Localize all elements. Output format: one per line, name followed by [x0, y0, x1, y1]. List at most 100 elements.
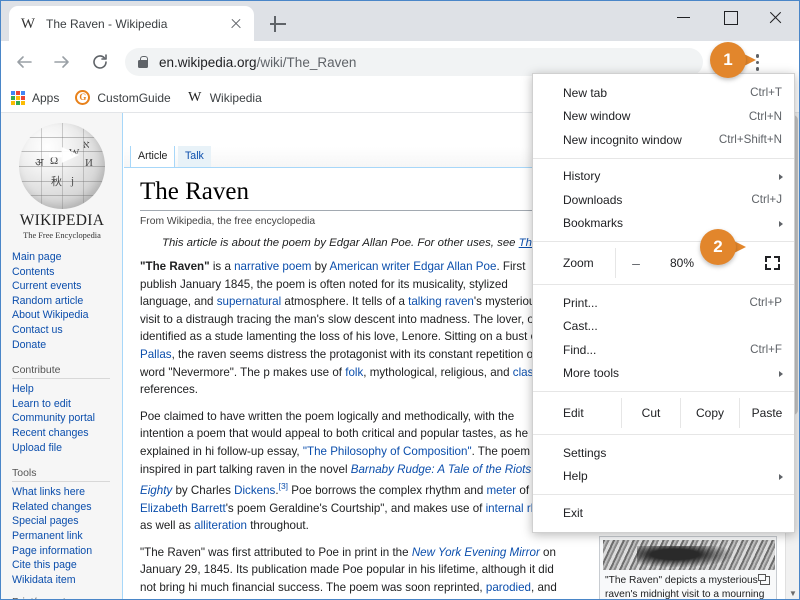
sidebar-item-wikidata-item[interactable]: Wikidata item [12, 573, 122, 588]
menu-item-new-window-accel: Ctrl+N [748, 109, 782, 123]
bookmark-wikipedia[interactable]: W Wikipedia [187, 90, 262, 106]
close-tab-icon[interactable] [228, 16, 244, 32]
sidebar-item-learn-to-edit[interactable]: Learn to edit [12, 397, 122, 412]
sidebar-nav-main: Main page Contents Current events Random… [1, 250, 122, 352]
menu-item-exit-label: Exit [563, 505, 584, 520]
maximize-icon[interactable] [707, 1, 753, 33]
menu-item-help[interactable]: Help [533, 465, 794, 489]
menu-item-exit[interactable]: Exit [533, 501, 794, 525]
sidebar-item-contents[interactable]: Contents [12, 265, 122, 280]
menu-item-bookmarks[interactable]: Bookmarks [533, 212, 794, 236]
p1-t1: is a [209, 260, 235, 273]
sidebar-item-permanent-link[interactable]: Permanent link [12, 529, 122, 544]
sidebar-item-what-links-here[interactable]: What links here [12, 485, 122, 500]
menu-item-new-tab-label: New tab [563, 85, 608, 100]
sidebar-item-special-pages[interactable]: Special pages [12, 514, 122, 529]
chevron-right-icon [779, 173, 783, 180]
link-supernatural[interactable]: supernatural [217, 295, 281, 308]
apps-grid-icon [11, 90, 25, 105]
menu-item-settings[interactable]: Settings [533, 441, 794, 465]
sidebar-item-random-article[interactable]: Random article [12, 294, 122, 309]
minimize-icon[interactable] [661, 1, 707, 33]
sidebar-item-cite-this-page[interactable]: Cite this page [12, 558, 122, 573]
callout-1-number: 1 [710, 42, 746, 78]
menu-separator-1 [533, 157, 794, 159]
menu-item-cast[interactable]: Cast... [533, 315, 794, 339]
bookmark-customguide-label: CustomGuide [97, 90, 171, 105]
menu-item-downloads-label: Downloads [563, 192, 623, 207]
sidebar-item-recent-changes[interactable]: Recent changes [12, 426, 122, 441]
scroll-down-icon[interactable]: ▼ [786, 586, 799, 599]
bookmark-customguide[interactable]: G CustomGuide [75, 90, 171, 105]
address-bar[interactable]: en.wikipedia.org/wiki/The_Raven [125, 48, 703, 76]
link-narrative-poem[interactable]: narrative poem [234, 260, 311, 273]
menu-item-history[interactable]: History [533, 165, 794, 189]
sidebar-item-donate[interactable]: Donate [12, 338, 122, 353]
back-icon[interactable] [9, 47, 39, 77]
sidebar-item-current-events[interactable]: Current events [12, 279, 122, 294]
reload-icon[interactable] [85, 47, 115, 77]
menu-item-new-incognito-window[interactable]: New incognito window Ctrl+Shift+N [533, 128, 794, 152]
wikipedia-logo[interactable]: Ω W И 秋 ј अ א WIKIPEDIA The Free Encyclo… [1, 119, 123, 240]
sidebar-item-help[interactable]: Help [12, 382, 122, 397]
link-meter[interactable]: meter [487, 484, 517, 497]
menu-item-downloads-accel: Ctrl+J [751, 193, 782, 207]
sidebar-item-about-wikipedia[interactable]: About Wikipedia [12, 308, 122, 323]
sidebar-heading-print-export: Print/export [12, 594, 110, 599]
menu-separator-4 [533, 391, 794, 392]
sidebar-item-upload-file[interactable]: Upload file [12, 441, 122, 456]
copy-button[interactable]: Copy [681, 406, 739, 420]
menu-item-new-tab[interactable]: New tab Ctrl+T [533, 81, 794, 105]
link-edgar-allan-poe[interactable]: Edgar Allan Poe [413, 260, 496, 273]
link-talking-raven[interactable]: talking raven [408, 295, 474, 308]
link-new-york-evening-mirror[interactable]: New York Evening Mirror [412, 546, 540, 559]
p1-t10: , the raven seems [171, 347, 264, 361]
sidebar-item-contact-us[interactable]: Contact us [12, 323, 122, 338]
zoom-label: Zoom [563, 256, 594, 270]
link-pallas[interactable]: Pallas [140, 348, 172, 361]
sidebar-item-page-information[interactable]: Page information [12, 544, 122, 559]
menu-zoom-row: Zoom – 80% [533, 248, 794, 278]
menu-separator-5 [533, 434, 794, 435]
link-parodied[interactable]: parodied [486, 581, 531, 594]
menu-item-more-tools[interactable]: More tools [533, 362, 794, 386]
paste-button[interactable]: Paste [740, 406, 794, 420]
sidebar-item-community-portal[interactable]: Community portal [12, 411, 122, 426]
menu-item-downloads[interactable]: Downloads Ctrl+J [533, 188, 794, 212]
paragraph-3: "The Raven" was first attributed to Poe … [140, 544, 560, 599]
menu-item-new-window-label: New window [563, 109, 631, 124]
sidebar-item-related-changes[interactable]: Related changes [12, 500, 122, 515]
raven-illustration-image[interactable] [603, 540, 775, 570]
enlarge-icon[interactable] [758, 574, 770, 585]
menu-item-find[interactable]: Find... Ctrl+F [533, 338, 794, 362]
bookmark-apps[interactable]: Apps [11, 90, 59, 105]
menu-item-new-incognito-label: New incognito window [563, 132, 682, 147]
link-dickens[interactable]: Dickens [234, 484, 275, 497]
tab-article[interactable]: Article [130, 146, 176, 167]
link-american-writer[interactable]: American writer [330, 260, 411, 273]
link-alliteration[interactable]: alliteration [194, 519, 247, 532]
link-elizabeth-barrett[interactable]: Elizabeth Barrett [140, 502, 226, 515]
browser-tab[interactable]: W The Raven - Wikipedia [9, 6, 254, 41]
p2-t13: throughout. [246, 519, 309, 533]
close-window-icon[interactable] [753, 1, 799, 33]
new-tab-button[interactable] [267, 13, 289, 35]
reference-3[interactable]: [3] [279, 481, 288, 491]
cut-button[interactable]: Cut [622, 406, 680, 420]
wikipedia-tagline: The Free Encyclopedia [23, 231, 101, 240]
menu-item-new-window[interactable]: New window Ctrl+N [533, 105, 794, 129]
p1-bold: "The Raven" [140, 260, 210, 273]
article-thumbnail: "The Raven" depicts a mysterious raven's… [599, 536, 777, 600]
link-philosophy-of-composition[interactable]: "The Philosophy of Composition" [303, 445, 472, 458]
p3-t1: "The Raven" was first attributed to Poe … [140, 545, 412, 559]
caption-t1: "The Raven" depicts a mysterious raven's… [605, 575, 765, 600]
p2-t3: follow-up essay, [217, 444, 303, 458]
zoom-out-button[interactable]: – [616, 255, 656, 271]
link-folk[interactable]: folk [345, 366, 363, 379]
title-bar: W The Raven - Wikipedia [1, 1, 799, 41]
sidebar-item-main-page[interactable]: Main page [12, 250, 122, 265]
tab-talk[interactable]: Talk [178, 146, 211, 167]
p3-t4: much financial success. The poem was soo… [200, 580, 486, 594]
menu-item-print[interactable]: Print... Ctrl+P [533, 291, 794, 315]
forward-icon[interactable] [47, 47, 77, 77]
